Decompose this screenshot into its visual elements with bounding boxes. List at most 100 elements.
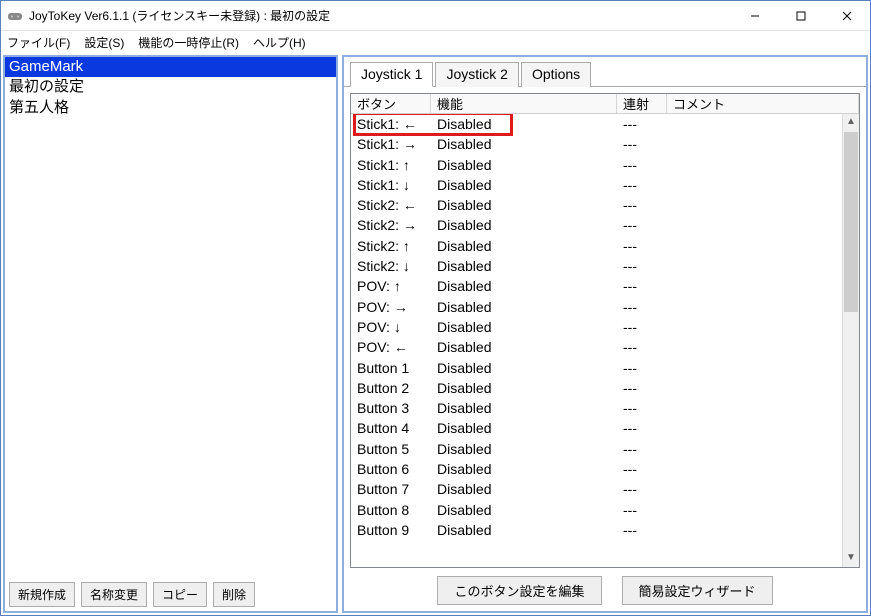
cell: ---: [617, 175, 667, 195]
vertical-scrollbar[interactable]: ▲ ▼: [842, 114, 859, 567]
tab[interactable]: Joystick 2: [435, 62, 518, 87]
cell: ---: [617, 114, 667, 134]
cell: ---: [617, 378, 667, 398]
title-bar: JoyToKey Ver6.1.1 (ライセンスキー未登録) : 最初の設定: [1, 1, 870, 31]
table-row[interactable]: Stick1: ↓Disabled---: [351, 175, 859, 195]
cell: Button 3: [351, 398, 431, 418]
new-profile-button[interactable]: 新規作成: [9, 582, 75, 607]
table-row[interactable]: Button 5Disabled---: [351, 439, 859, 459]
cell: ---: [617, 134, 667, 154]
profile-item[interactable]: 第五人格: [5, 98, 336, 118]
menu-file[interactable]: ファイル(F): [7, 34, 70, 51]
cell: Stick1: ↓: [351, 175, 431, 195]
cell: Stick2: →: [351, 215, 431, 235]
rename-profile-button[interactable]: 名称変更: [81, 582, 147, 607]
cell: ---: [617, 500, 667, 520]
cell: Disabled: [431, 195, 617, 215]
close-button[interactable]: [824, 1, 870, 30]
tab[interactable]: Options: [521, 62, 591, 87]
menu-settings[interactable]: 設定(S): [84, 34, 124, 51]
col-rapid[interactable]: 連射: [617, 94, 667, 113]
cell: Disabled: [431, 297, 617, 317]
table-row[interactable]: Button 4Disabled---: [351, 418, 859, 438]
profile-item[interactable]: GameMark: [5, 57, 336, 77]
cell: Button 4: [351, 418, 431, 438]
scroll-up-icon[interactable]: ▲: [843, 114, 859, 131]
mapping-buttons: このボタン設定を編集 簡易設定ウィザード: [344, 570, 866, 611]
tab[interactable]: Joystick 1: [350, 62, 433, 87]
table-row[interactable]: Stick2: →Disabled---: [351, 215, 859, 235]
cell: Stick2: ←: [351, 195, 431, 215]
cell: ---: [617, 439, 667, 459]
cell: Disabled: [431, 520, 617, 540]
cell: ---: [617, 297, 667, 317]
cell: Disabled: [431, 134, 617, 154]
scroll-down-icon[interactable]: ▼: [843, 550, 859, 567]
cell: Stick2: ↑: [351, 236, 431, 256]
cell: Stick1: →: [351, 134, 431, 154]
table-body[interactable]: Stick1: ←Disabled---Stick1: →Disabled---…: [351, 114, 859, 567]
window-title: JoyToKey Ver6.1.1 (ライセンスキー未登録) : 最初の設定: [29, 7, 732, 24]
copy-profile-button[interactable]: コピー: [153, 582, 207, 607]
cell: ---: [617, 215, 667, 235]
scroll-track[interactable]: [843, 313, 859, 550]
table-header: ボタン 機能 連射 コメント: [351, 94, 859, 114]
cell: Disabled: [431, 175, 617, 195]
cell: ---: [617, 459, 667, 479]
col-button[interactable]: ボタン: [351, 94, 431, 113]
left-panel: GameMark最初の設定第五人格 新規作成 名称変更 コピー 削除: [3, 55, 338, 613]
table-row[interactable]: POV: ↓Disabled---: [351, 317, 859, 337]
cell: Button 1: [351, 358, 431, 378]
app-window: JoyToKey Ver6.1.1 (ライセンスキー未登録) : 最初の設定 フ…: [0, 0, 871, 616]
profile-buttons: 新規作成 名称変更 コピー 削除: [5, 578, 336, 611]
col-comment[interactable]: コメント: [667, 94, 859, 113]
cell: ---: [617, 358, 667, 378]
cell: Disabled: [431, 418, 617, 438]
edit-mapping-button[interactable]: このボタン設定を編集: [437, 576, 601, 605]
profile-item[interactable]: 最初の設定: [5, 77, 336, 97]
table-row[interactable]: Stick2: ↑Disabled---: [351, 236, 859, 256]
table-row[interactable]: Button 9Disabled---: [351, 520, 859, 540]
table-row[interactable]: Button 2Disabled---: [351, 378, 859, 398]
table-row[interactable]: Stick1: ↑Disabled---: [351, 155, 859, 175]
cell: Button 6: [351, 459, 431, 479]
cell: ---: [617, 317, 667, 337]
table-row[interactable]: POV: ↑Disabled---: [351, 276, 859, 296]
table-row[interactable]: POV: →Disabled---: [351, 297, 859, 317]
cell: ---: [617, 398, 667, 418]
cell: ---: [617, 195, 667, 215]
table-row[interactable]: Stick1: ←Disabled---: [351, 114, 859, 134]
table-row[interactable]: Button 7Disabled---: [351, 479, 859, 499]
client-area: GameMark最初の設定第五人格 新規作成 名称変更 コピー 削除 Joyst…: [1, 53, 870, 615]
table-row[interactable]: Stick2: ←Disabled---: [351, 195, 859, 215]
app-icon: [7, 8, 23, 24]
wizard-button[interactable]: 簡易設定ウィザード: [622, 576, 773, 605]
minimize-button[interactable]: [732, 1, 778, 30]
table-row[interactable]: Button 8Disabled---: [351, 500, 859, 520]
cell: Stick1: ↑: [351, 155, 431, 175]
table-row[interactable]: Button 1Disabled---: [351, 358, 859, 378]
cell: POV: ↑: [351, 276, 431, 296]
cell: Stick1: ←: [351, 114, 431, 134]
profile-list[interactable]: GameMark最初の設定第五人格: [5, 57, 336, 578]
table-row[interactable]: Button 3Disabled---: [351, 398, 859, 418]
cell: Disabled: [431, 236, 617, 256]
table-row[interactable]: Button 6Disabled---: [351, 459, 859, 479]
scroll-thumb[interactable]: [844, 132, 858, 312]
cell: Disabled: [431, 155, 617, 175]
delete-profile-button[interactable]: 削除: [213, 582, 255, 607]
cell: Disabled: [431, 358, 617, 378]
cell: Button 5: [351, 439, 431, 459]
menu-help[interactable]: ヘルプ(H): [253, 34, 306, 51]
menu-pause[interactable]: 機能の一時停止(R): [138, 34, 239, 51]
cell: Button 9: [351, 520, 431, 540]
cell: Disabled: [431, 215, 617, 235]
col-function[interactable]: 機能: [431, 94, 617, 113]
maximize-button[interactable]: [778, 1, 824, 30]
table-row[interactable]: Stick1: →Disabled---: [351, 134, 859, 154]
cell: POV: ←: [351, 337, 431, 357]
cell: POV: ↓: [351, 317, 431, 337]
table-row[interactable]: Stick2: ↓Disabled---: [351, 256, 859, 276]
table-row[interactable]: POV: ←Disabled---: [351, 337, 859, 357]
cell: Disabled: [431, 459, 617, 479]
